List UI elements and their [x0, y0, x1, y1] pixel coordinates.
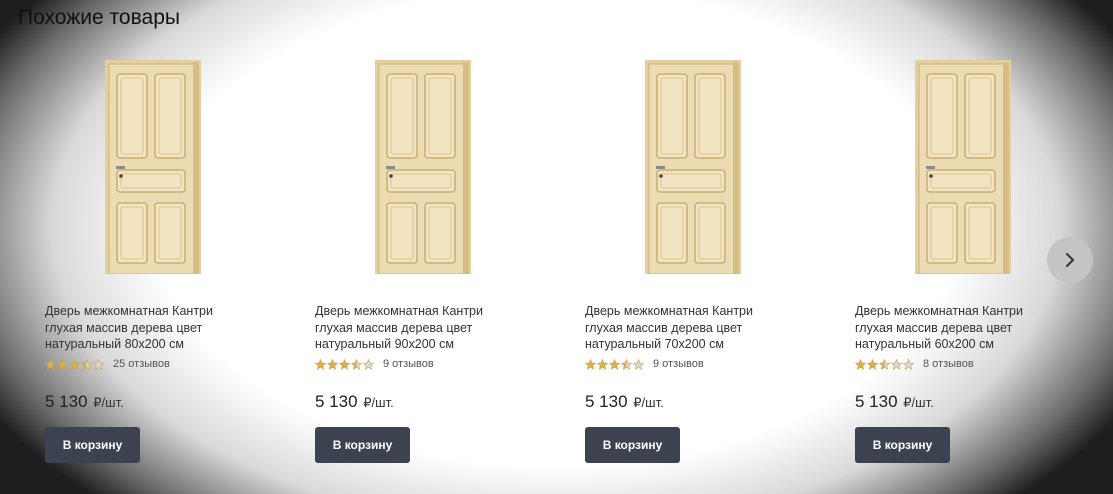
add-to-cart-button[interactable]: В корзину	[315, 427, 410, 463]
reviews-link[interactable]: 25 отзывов	[113, 358, 170, 370]
star-icon	[93, 358, 104, 370]
rating-stars	[315, 358, 375, 370]
star-icon	[585, 358, 596, 370]
product-card: Дверь межкомнатная Кантри глухая массив …	[585, 60, 785, 463]
product-card: Дверь межкомнатная Кантри глухая массив …	[315, 60, 515, 463]
price-value: 5 130	[855, 392, 898, 411]
star-icon	[867, 358, 878, 370]
star-icon	[621, 358, 632, 370]
star-icon	[339, 358, 350, 370]
product-image-link[interactable]	[45, 60, 245, 276]
product-image-link[interactable]	[585, 60, 785, 276]
chevron-right-icon	[1066, 253, 1074, 267]
product-title[interactable]: Дверь межкомнатная Кантри глухая массив …	[585, 303, 785, 353]
rating: 8 отзывов	[855, 358, 974, 370]
reviews-link[interactable]: 9 отзывов	[653, 358, 704, 370]
price: 5 130 ₽/шт.	[855, 392, 934, 412]
product-title[interactable]: Дверь межкомнатная Кантри глухая массив …	[45, 303, 245, 353]
product-image-link[interactable]	[855, 60, 1055, 276]
price: 5 130 ₽/шт.	[585, 392, 664, 412]
star-icon	[879, 358, 890, 370]
price-unit: ₽/шт.	[903, 395, 934, 410]
star-icon	[327, 358, 338, 370]
add-to-cart-button[interactable]: В корзину	[585, 427, 680, 463]
star-icon	[45, 358, 56, 370]
star-icon	[597, 358, 608, 370]
price-unit: ₽/шт.	[633, 395, 664, 410]
rating-stars	[855, 358, 915, 370]
product-card: Дверь межкомнатная Кантри глухая массив …	[855, 60, 1055, 463]
product-image-link[interactable]	[315, 60, 515, 276]
product-title[interactable]: Дверь межкомнатная Кантри глухая массив …	[315, 303, 515, 353]
price-value: 5 130	[45, 392, 88, 411]
star-icon	[315, 358, 326, 370]
star-icon	[57, 358, 68, 370]
star-icon	[81, 358, 92, 370]
price-value: 5 130	[315, 392, 358, 411]
price-value: 5 130	[585, 392, 628, 411]
rating: 9 отзывов	[315, 358, 434, 370]
door-image	[375, 60, 471, 274]
door-image	[915, 60, 1011, 274]
price-unit: ₽/шт.	[93, 395, 124, 410]
price-unit: ₽/шт.	[363, 395, 394, 410]
rating: 25 отзывов	[45, 358, 170, 370]
product-title[interactable]: Дверь межкомнатная Кантри глухая массив …	[855, 303, 1055, 353]
star-icon	[609, 358, 620, 370]
carousel-next-button[interactable]	[1047, 237, 1093, 283]
price: 5 130 ₽/шт.	[315, 392, 394, 412]
star-icon	[633, 358, 644, 370]
star-icon	[891, 358, 902, 370]
door-image	[105, 60, 201, 274]
star-icon	[69, 358, 80, 370]
add-to-cart-button[interactable]: В корзину	[855, 427, 950, 463]
star-icon	[855, 358, 866, 370]
reviews-link[interactable]: 8 отзывов	[923, 358, 974, 370]
star-icon	[903, 358, 914, 370]
add-to-cart-button[interactable]: В корзину	[45, 427, 140, 463]
price: 5 130 ₽/шт.	[45, 392, 124, 412]
section-title: Похожие товары	[18, 6, 180, 29]
door-image	[645, 60, 741, 274]
star-icon	[363, 358, 374, 370]
reviews-link[interactable]: 9 отзывов	[383, 358, 434, 370]
rating-stars	[45, 358, 105, 370]
rating-stars	[585, 358, 645, 370]
product-card: Дверь межкомнатная Кантри глухая массив …	[45, 60, 245, 463]
star-icon	[351, 358, 362, 370]
rating: 9 отзывов	[585, 358, 704, 370]
